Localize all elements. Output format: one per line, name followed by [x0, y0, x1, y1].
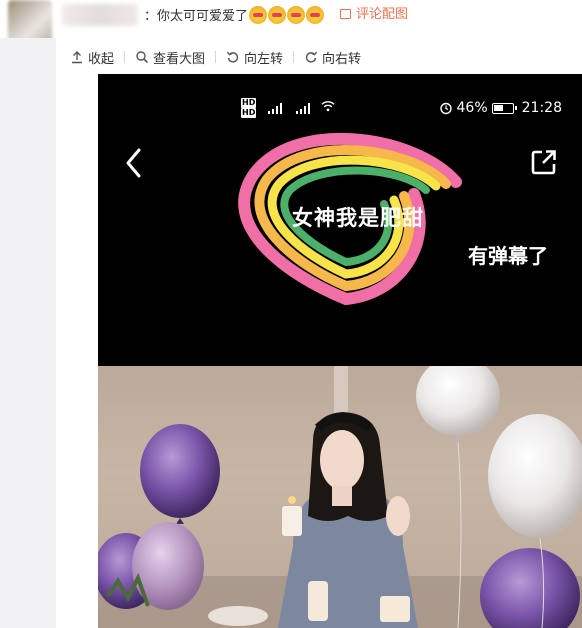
emoji-icon — [268, 6, 287, 24]
left-gutter — [0, 38, 56, 628]
sim-indicator: HD HD — [241, 98, 257, 118]
rotate-left-label: 向左转 — [244, 51, 284, 67]
rotate-right-icon — [305, 51, 318, 63]
rotate-left-icon — [227, 51, 239, 63]
comment-body: ：你太可可爱爱了 — [144, 6, 325, 26]
signal-icon — [296, 103, 310, 114]
magnifier-icon — [136, 51, 149, 64]
share-icon — [531, 150, 556, 175]
back-arrow-icon — [126, 148, 141, 178]
phone-status-bar: HD HD 46% 21:28 — [98, 98, 582, 120]
status-right: 46% 21:28 — [435, 100, 562, 116]
view-large-label: 查看大图 — [153, 51, 206, 67]
comment-large-image[interactable]: HD HD 46% 21:28 女神我是肥甜 有弹幕了 — [98, 74, 582, 628]
collapse-label: 收起 — [88, 51, 115, 67]
battery-percent: 46% — [456, 100, 488, 116]
picture-icon — [340, 9, 351, 19]
danmaku-label: 有弹幕了 — [468, 244, 548, 268]
rotate-right-button[interactable]: 向右转 — [304, 48, 361, 67]
party-scene — [98, 366, 582, 628]
collapse-button[interactable]: 收起 — [70, 48, 114, 67]
emoji-icon — [249, 6, 268, 24]
phone-screenshot: HD HD 46% 21:28 女神我是肥甜 有弹幕了 — [98, 74, 582, 366]
comment-picture-label: 评论配图 — [356, 7, 409, 22]
comment-row: ：你太可可爱爱了 评论配图 — [0, 0, 582, 46]
battery-icon — [491, 102, 517, 114]
rotate-left-button[interactable]: 向左转 — [226, 48, 283, 67]
rotate-right-label: 向右转 — [322, 51, 362, 67]
emoji-icon — [287, 6, 306, 24]
comment-text: ：你太可可爱爱了 — [144, 9, 249, 24]
weibo-comment-page: ：你太可可爱爱了 评论配图 收起 查看大图 向左转 向右转 HD HD 46% … — [0, 0, 582, 628]
wifi-icon — [321, 101, 335, 112]
emoji-icon — [306, 6, 325, 24]
toolbar-divider — [293, 51, 295, 63]
sim2-badge: HD — [241, 108, 257, 118]
video-caption: 女神我是肥甜 — [292, 206, 424, 230]
toolbar-divider — [124, 51, 126, 63]
upload-arrow-icon — [72, 51, 82, 64]
sim1-badge: HD — [241, 98, 257, 108]
toolbar-divider — [215, 51, 217, 63]
alarm-icon — [439, 102, 452, 115]
comment-picture-link[interactable]: 评论配图 — [340, 6, 408, 24]
signal-icon — [268, 103, 282, 114]
blurred-username[interactable] — [62, 4, 138, 26]
party-photo — [98, 366, 582, 628]
view-large-button[interactable]: 查看大图 — [135, 48, 205, 67]
clock-time: 21:28 — [521, 100, 562, 116]
image-toolbar: 收起 查看大图 向左转 向右转 — [70, 46, 361, 68]
